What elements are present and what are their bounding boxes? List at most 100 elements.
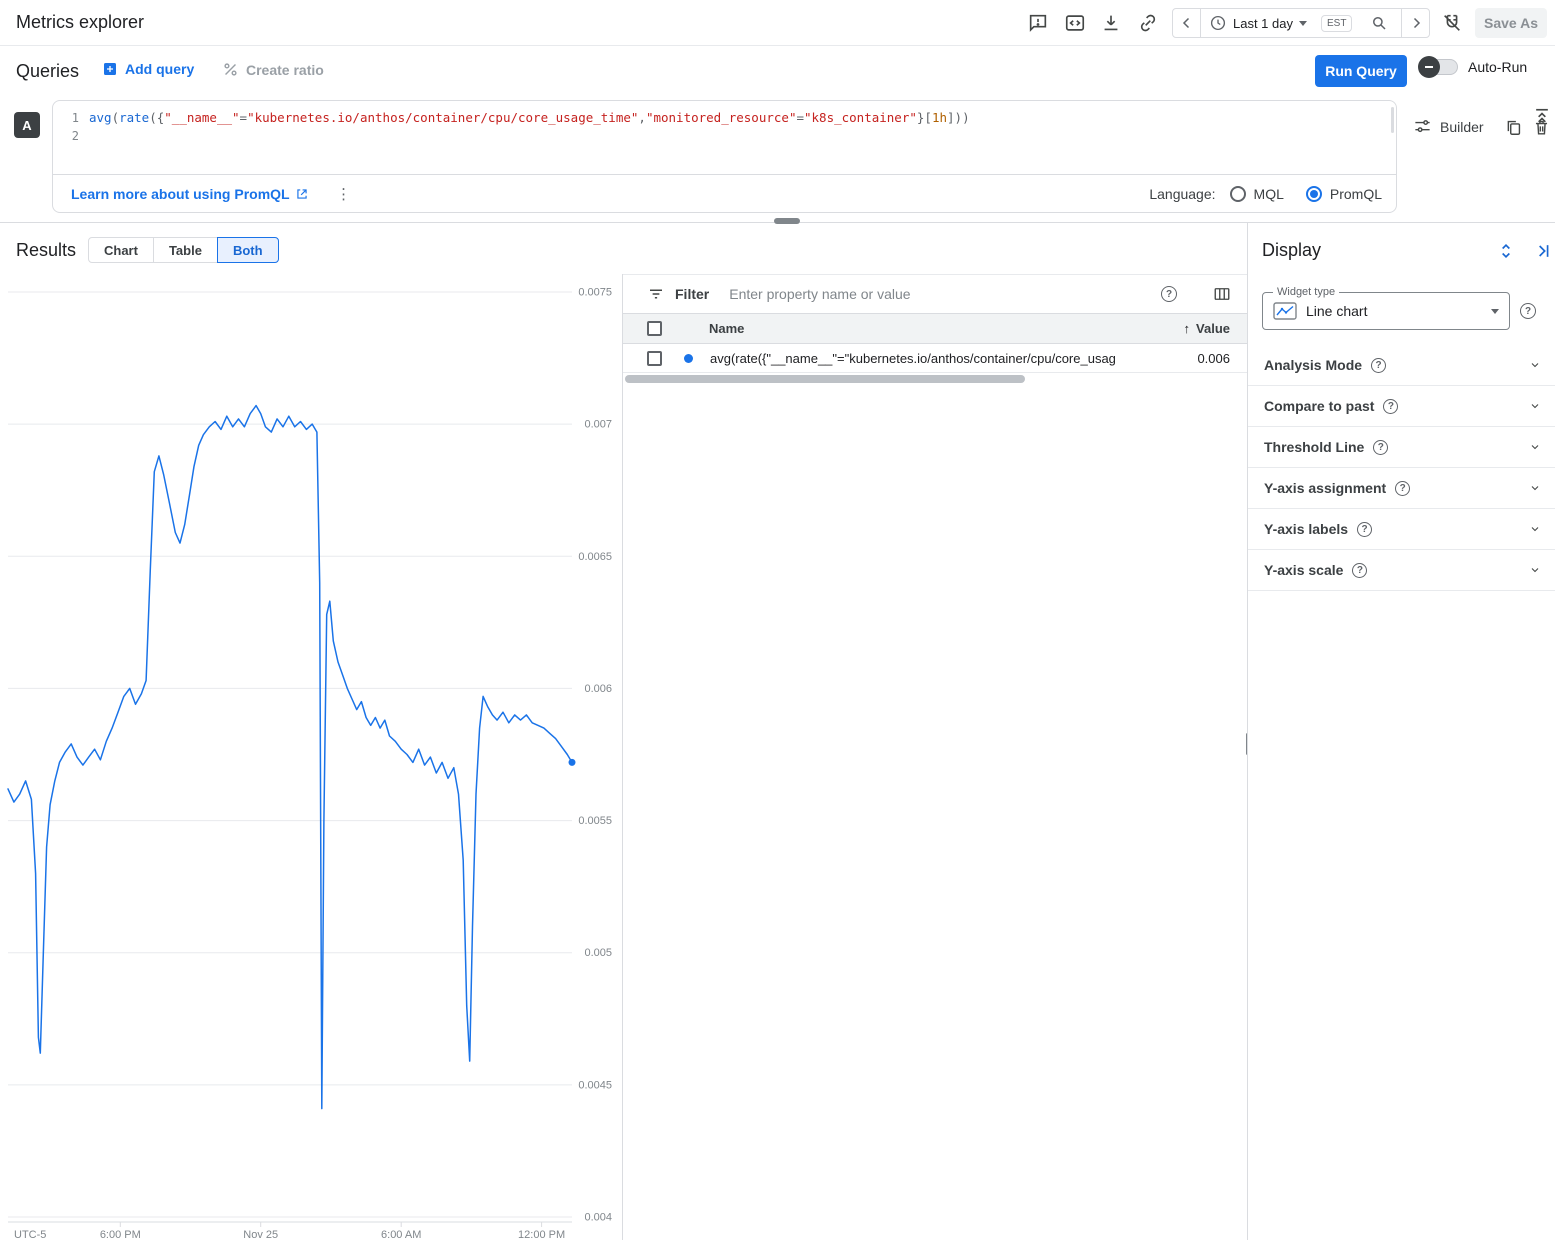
queries-toolbar: Queries Add query Create ratio Run Query… bbox=[0, 46, 1555, 96]
help-icon[interactable]: ? bbox=[1357, 522, 1372, 537]
results-title: Results bbox=[16, 240, 76, 261]
create-ratio-button[interactable]: Create ratio bbox=[222, 61, 324, 78]
delete-query-icon[interactable] bbox=[1532, 118, 1551, 137]
query-letter-badge: A bbox=[14, 112, 40, 138]
filter-bar: Filter ? bbox=[623, 274, 1247, 314]
line-numbers: 1 2 bbox=[53, 109, 79, 145]
help-icon[interactable]: ? bbox=[1352, 563, 1367, 578]
tab-table[interactable]: Table bbox=[153, 237, 218, 263]
select-all-checkbox[interactable] bbox=[647, 321, 662, 336]
svg-text:0.007: 0.007 bbox=[584, 419, 612, 431]
promql-query-text[interactable]: avg(rate({"__name__"="kubernetes.io/anth… bbox=[89, 109, 970, 127]
chevron-left-icon bbox=[1178, 14, 1196, 32]
tab-chart[interactable]: Chart bbox=[88, 237, 154, 263]
run-query-button[interactable]: Run Query bbox=[1315, 55, 1407, 87]
section-y-axis-assignment[interactable]: Y-axis assignment ? bbox=[1248, 468, 1555, 509]
tab-both[interactable]: Both bbox=[217, 237, 279, 263]
duplicate-query-icon[interactable] bbox=[1504, 118, 1523, 137]
table-row[interactable]: avg(rate({"__name__"="kubernetes.io/anth… bbox=[623, 344, 1247, 373]
value-column-header[interactable]: ↑ Value bbox=[1184, 321, 1230, 336]
widget-type-select[interactable]: Widget type Line chart bbox=[1262, 292, 1510, 330]
save-as-button[interactable]: Save As bbox=[1475, 8, 1547, 38]
svg-text:0.006: 0.006 bbox=[584, 683, 612, 695]
display-sections: Analysis Mode ? Compare to past ? Thresh… bbox=[1248, 345, 1555, 591]
time-range-label: Last 1 day bbox=[1233, 16, 1293, 31]
create-ratio-label: Create ratio bbox=[246, 62, 324, 78]
add-query-label: Add query bbox=[125, 61, 194, 77]
clock-icon bbox=[1209, 14, 1227, 32]
display-title: Display bbox=[1262, 240, 1321, 261]
help-icon[interactable]: ? bbox=[1383, 399, 1398, 414]
help-icon[interactable]: ? bbox=[1373, 440, 1388, 455]
feedback-icon[interactable] bbox=[1027, 12, 1049, 34]
tune-icon bbox=[1413, 117, 1432, 136]
line-chart: 0.00750.0070.00650.0060.00550.0050.00450… bbox=[0, 274, 622, 1240]
language-selector: Language: MQL PromQL bbox=[1149, 186, 1382, 202]
svg-text:6:00 AM: 6:00 AM bbox=[381, 1229, 421, 1240]
magnet-off-icon[interactable] bbox=[1441, 12, 1463, 34]
chevron-down-icon bbox=[1529, 400, 1541, 412]
widget-type-value: Line chart bbox=[1306, 303, 1367, 319]
series-value: 0.006 bbox=[1197, 351, 1230, 366]
svg-text:Nov 25: Nov 25 bbox=[243, 1229, 278, 1240]
section-threshold-line[interactable]: Threshold Line ? bbox=[1248, 427, 1555, 468]
builder-toggle[interactable]: Builder bbox=[1413, 117, 1484, 136]
promql-label[interactable]: PromQL bbox=[1330, 186, 1382, 202]
time-forward-button[interactable] bbox=[1401, 9, 1429, 37]
svg-text:0.0045: 0.0045 bbox=[578, 1079, 612, 1091]
help-icon[interactable]: ? bbox=[1161, 286, 1177, 302]
add-query-button[interactable]: Add query bbox=[102, 61, 194, 77]
section-analysis-mode[interactable]: Analysis Mode ? bbox=[1248, 345, 1555, 386]
svg-text:0.005: 0.005 bbox=[584, 947, 612, 959]
series-name: avg(rate({"__name__"="kubernetes.io/anth… bbox=[710, 351, 1151, 366]
toggle-knob bbox=[1418, 56, 1440, 78]
filter-input[interactable] bbox=[729, 286, 1151, 302]
display-panel: Display Widget type Line chart ? Analysi… bbox=[1247, 223, 1555, 1240]
results-view-tabs: Chart Table Both bbox=[88, 237, 279, 263]
language-label: Language: bbox=[1149, 186, 1215, 202]
sort-ascending-icon: ↑ bbox=[1184, 321, 1191, 336]
section-compare-to-past[interactable]: Compare to past ? bbox=[1248, 386, 1555, 427]
section-y-axis-scale[interactable]: Y-axis scale ? bbox=[1248, 550, 1555, 591]
column-settings-icon[interactable] bbox=[1213, 285, 1231, 303]
learn-more-link[interactable]: Learn more about using PromQL bbox=[71, 186, 309, 202]
chevron-right-icon bbox=[1407, 14, 1425, 32]
help-icon[interactable]: ? bbox=[1371, 358, 1386, 373]
time-back-button[interactable] bbox=[1173, 9, 1201, 37]
learn-more-label: Learn more about using PromQL bbox=[71, 186, 290, 202]
time-range-dropdown[interactable]: Last 1 day EST bbox=[1201, 14, 1401, 32]
code-icon[interactable] bbox=[1064, 12, 1086, 34]
help-icon[interactable]: ? bbox=[1395, 481, 1410, 496]
line-chart-icon bbox=[1273, 302, 1297, 320]
section-y-axis-labels[interactable]: Y-axis labels ? bbox=[1248, 509, 1555, 550]
download-icon[interactable] bbox=[1100, 12, 1122, 34]
horizontal-scrollbar[interactable] bbox=[625, 375, 1025, 383]
editor-scrollbar[interactable] bbox=[1391, 107, 1394, 133]
auto-run-toggle[interactable] bbox=[1420, 59, 1458, 75]
link-icon[interactable] bbox=[1137, 12, 1159, 34]
queries-title: Queries bbox=[16, 61, 79, 82]
promql-radio[interactable] bbox=[1306, 186, 1322, 202]
value-column-label: Value bbox=[1196, 321, 1230, 336]
more-options-icon[interactable]: ⋮ bbox=[335, 185, 353, 203]
chart-canvas: 0.00750.0070.00650.0060.00550.0050.00450… bbox=[0, 274, 622, 1240]
svg-text:0.0065: 0.0065 bbox=[578, 551, 612, 563]
external-link-icon bbox=[295, 187, 309, 201]
name-column-header[interactable]: Name bbox=[709, 321, 744, 336]
search-icon[interactable] bbox=[1370, 14, 1388, 32]
collapse-panel-icon[interactable] bbox=[1533, 241, 1553, 261]
help-icon[interactable]: ? bbox=[1520, 303, 1536, 319]
top-bar: Metrics explorer Last 1 day EST bbox=[0, 0, 1555, 46]
caret-down-icon bbox=[1491, 309, 1499, 314]
auto-run-label: Auto-Run bbox=[1468, 59, 1527, 75]
chevron-down-icon bbox=[1529, 523, 1541, 535]
caret-down-icon bbox=[1299, 21, 1307, 26]
mql-label[interactable]: MQL bbox=[1254, 186, 1284, 202]
row-checkbox[interactable] bbox=[647, 351, 662, 366]
timezone-badge[interactable]: EST bbox=[1321, 15, 1352, 32]
resize-handle[interactable] bbox=[774, 218, 800, 224]
chevron-down-icon bbox=[1529, 441, 1541, 453]
mql-radio[interactable] bbox=[1230, 186, 1246, 202]
unfold-sections-icon[interactable] bbox=[1496, 241, 1516, 261]
code-area[interactable]: 1 2 avg(rate({"__name__"="kubernetes.io/… bbox=[53, 101, 1396, 175]
